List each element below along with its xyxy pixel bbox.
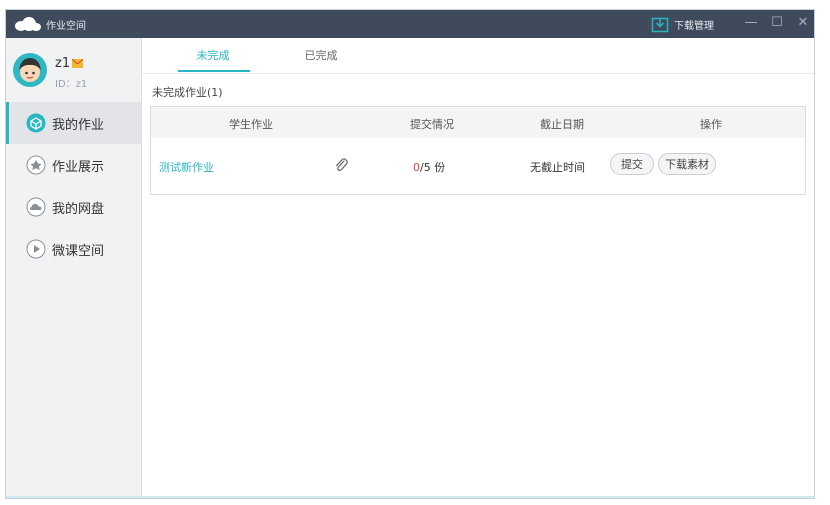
download-icon[interactable]: [651, 15, 669, 33]
tab-incomplete[interactable]: 未完成: [178, 47, 248, 63]
attachment-icon[interactable]: [333, 156, 349, 174]
table-row: 测试新作业 0/5 份 无截止时间 提交 下载素材: [151, 138, 805, 194]
window-bottom-border: [6, 496, 814, 498]
sidebar-item-label: 微课空间: [52, 243, 105, 259]
cloud-logo-icon: [15, 17, 41, 31]
download-materials-button[interactable]: 下载素材: [658, 153, 716, 175]
submission-status: 0/5 份: [413, 159, 445, 175]
sidebar-item-cloud-disk[interactable]: 我的网盘: [6, 186, 141, 228]
showcase-icon: [26, 155, 46, 175]
table-header: 学生作业 提交情况 截止日期 操作: [151, 107, 805, 138]
sidebar-item-label: 我的网盘: [52, 201, 105, 217]
maximize-button[interactable]: ☐: [768, 14, 786, 32]
column-header-submission: 提交情况: [410, 118, 454, 131]
download-manager-link[interactable]: 下载管理: [674, 17, 714, 32]
submit-button[interactable]: 提交: [610, 153, 654, 175]
homework-name-link[interactable]: 测试新作业: [159, 159, 214, 175]
cloud-disk-icon: [26, 197, 46, 217]
mail-icon[interactable]: [72, 59, 83, 68]
column-header-deadline: 截止日期: [540, 118, 584, 131]
sidebar-item-my-homework[interactable]: 我的作业: [6, 102, 141, 144]
user-name: z1: [55, 56, 71, 71]
user-profile: z1 ID：z1: [6, 38, 141, 102]
sidebar-item-showcase[interactable]: 作业展示: [6, 144, 141, 186]
close-button[interactable]: ✕: [794, 14, 812, 32]
column-header-actions: 操作: [700, 118, 722, 131]
app-title: 作业空间: [46, 21, 86, 32]
avatar[interactable]: [12, 52, 48, 88]
main-panel: 未完成 已完成 未完成作业(1) 学生作业 提交情况 截止日期 操作 测试新作业…: [142, 38, 814, 498]
submitted-count: 0: [413, 161, 420, 174]
sidebar: z1 ID：z1 我的作业 作业展示 我的网盘 微课空间: [6, 38, 142, 498]
active-tab-indicator: [178, 70, 250, 72]
deadline-text: 无截止时间: [530, 161, 585, 174]
tab-completed[interactable]: 已完成: [286, 47, 356, 63]
title-bar: 作业空间 下载管理 — ☐ ✕: [6, 10, 814, 38]
sidebar-item-label: 作业展示: [52, 159, 105, 175]
column-header-homework: 学生作业: [229, 118, 273, 131]
total-count: /5 份: [420, 161, 446, 174]
homework-table: 学生作业 提交情况 截止日期 操作 测试新作业 0/5 份 无截止时间 提交 下…: [150, 106, 806, 195]
app-window: 作业空间 下载管理 — ☐ ✕ z1 ID：z1 我的作业 作业展示 我的网盘 …: [5, 9, 815, 499]
section-title: 未完成作业(1): [152, 86, 223, 99]
tab-bar: 未完成 已完成: [142, 38, 814, 74]
user-id: ID：z1: [55, 79, 88, 90]
play-icon: [26, 239, 46, 259]
homework-icon: [26, 113, 46, 133]
sidebar-item-micro-class[interactable]: 微课空间: [6, 228, 141, 270]
minimize-button[interactable]: —: [742, 14, 760, 32]
sidebar-nav: 我的作业 作业展示 我的网盘 微课空间: [6, 102, 141, 270]
sidebar-item-label: 我的作业: [52, 117, 105, 133]
